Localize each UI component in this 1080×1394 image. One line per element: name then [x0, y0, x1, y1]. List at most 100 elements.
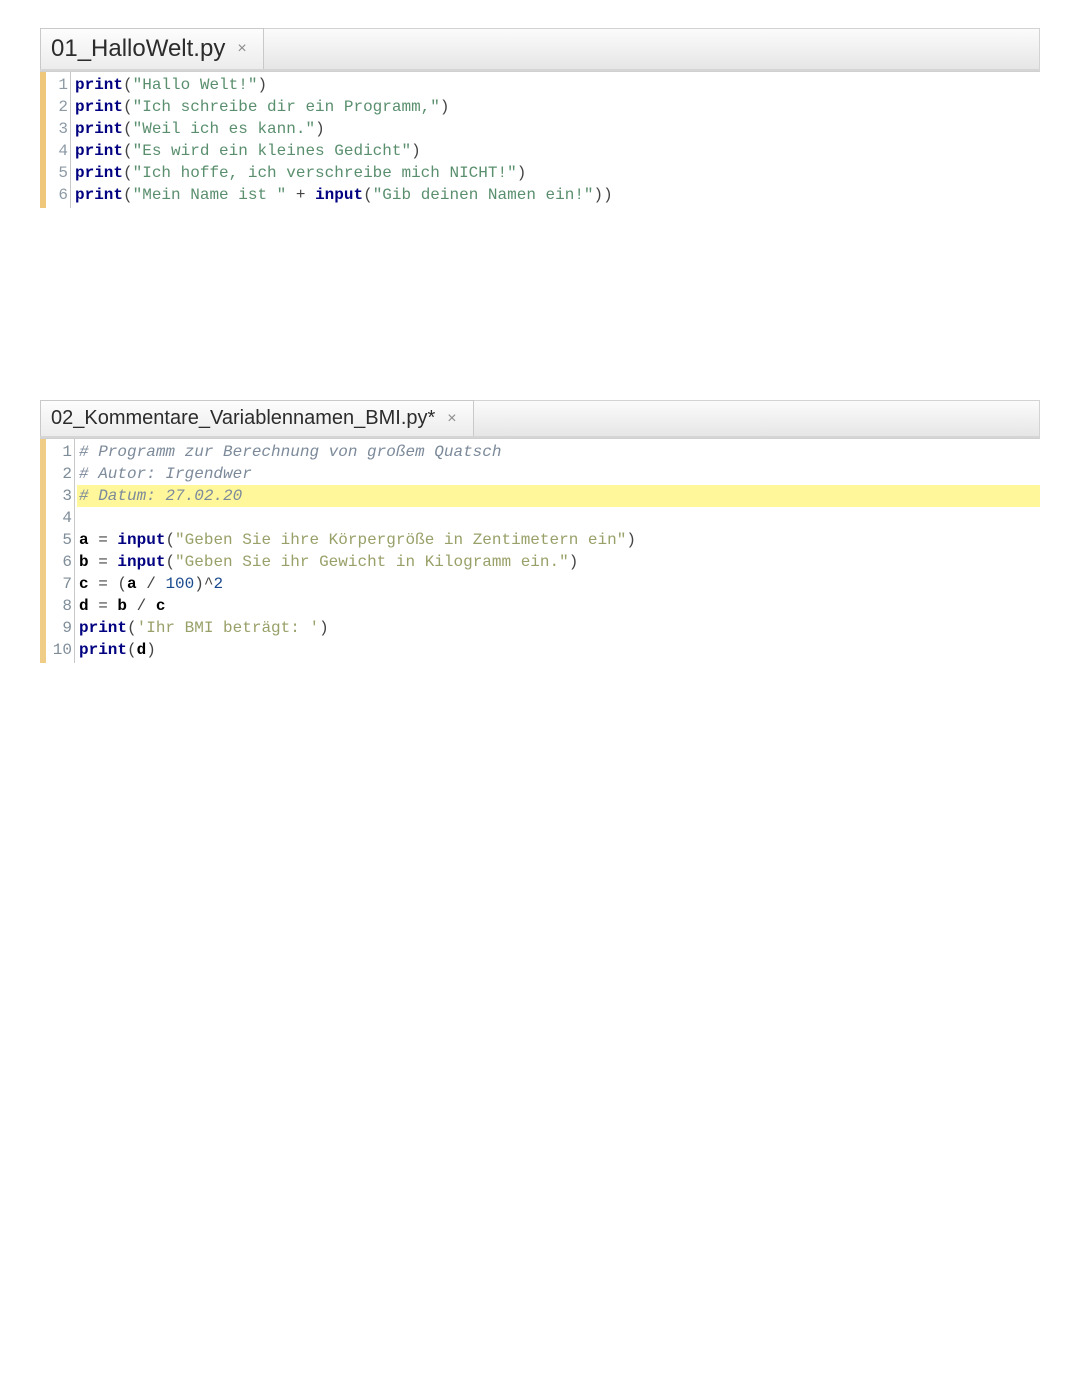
code-token: "Ich schreibe dir ein Programm,": [133, 98, 440, 116]
code-line[interactable]: print('Ihr BMI beträgt: '): [77, 617, 1040, 639]
tab-bar: 02_Kommentare_Variablennamen_BMI.py* ×: [40, 400, 1040, 436]
code-token: # Programm zur Berechnung von großem Qua…: [79, 443, 501, 461]
code-line[interactable]: print("Hallo Welt!"): [73, 74, 1040, 96]
code-token: c: [79, 575, 89, 593]
code-token: # Autor: Irgendwer: [79, 465, 252, 483]
code-token: "Hallo Welt!": [133, 76, 258, 94]
code-token: ): [569, 553, 579, 571]
code-editor-2[interactable]: 12345678910 # Programm zur Berechnung vo…: [40, 438, 1040, 663]
code-editor-1[interactable]: 123456 print("Hallo Welt!")print("Ich sc…: [40, 71, 1040, 208]
code-token: "Weil ich es kann.": [133, 120, 315, 138]
code-token: print: [75, 76, 123, 94]
code-token: )^: [194, 575, 213, 593]
line-number: 7: [46, 573, 72, 595]
code-token: (: [123, 186, 133, 204]
code-token: (: [123, 98, 133, 116]
code-token: 100: [165, 575, 194, 593]
code-token: b: [117, 597, 127, 615]
code-line[interactable]: print("Weil ich es kann."): [73, 118, 1040, 140]
code-token: /: [127, 597, 156, 615]
tab-bar-rest: [264, 28, 1040, 69]
code-line[interactable]: print("Es wird ein kleines Gedicht"): [73, 140, 1040, 162]
code-token: 'Ihr BMI beträgt: ': [137, 619, 319, 637]
line-number: 1: [46, 441, 72, 463]
code-token: +: [286, 186, 315, 204]
code-token: print: [75, 164, 123, 182]
code-token: "Geben Sie ihre Körpergröße in Zentimete…: [175, 531, 626, 549]
code-line[interactable]: a = input("Geben Sie ihre Körpergröße in…: [77, 529, 1040, 551]
code-token: input: [117, 531, 165, 549]
line-number: 6: [46, 184, 68, 206]
code-token: (: [165, 553, 175, 571]
code-token: 2: [213, 575, 223, 593]
code-token: ): [594, 186, 604, 204]
file-tab-1[interactable]: 01_HalloWelt.py ×: [40, 28, 264, 69]
code-token: ): [411, 142, 421, 160]
code-line[interactable]: b = input("Geben Sie ihr Gewicht in Kilo…: [77, 551, 1040, 573]
code-line[interactable]: # Autor: Irgendwer: [77, 463, 1040, 485]
code-token: ): [517, 164, 527, 182]
code-token: (: [123, 120, 133, 138]
line-number: 2: [46, 463, 72, 485]
code-line[interactable]: print("Ich schreibe dir ein Programm,"): [73, 96, 1040, 118]
line-number-gutter: 12345678910: [46, 439, 74, 663]
code-token: (: [123, 142, 133, 160]
code-line[interactable]: print(d): [77, 639, 1040, 661]
code-token: input: [315, 186, 363, 204]
code-token: =: [89, 531, 118, 549]
code-token: ): [146, 641, 156, 659]
code-area[interactable]: print("Hallo Welt!")print("Ich schreibe …: [71, 72, 1040, 208]
code-token: "Gib deinen Namen ein!": [373, 186, 594, 204]
code-token: ): [603, 186, 613, 204]
code-line[interactable]: d = b / c: [77, 595, 1040, 617]
code-token: c: [156, 597, 166, 615]
editor-pane-2: 02_Kommentare_Variablennamen_BMI.py* × 1…: [40, 400, 1040, 663]
code-line[interactable]: # Datum: 27.02.20: [77, 485, 1040, 507]
code-token: (: [123, 76, 133, 94]
code-token: "Geben Sie ihr Gewicht in Kilogramm ein.…: [175, 553, 569, 571]
tab-bar: 01_HalloWelt.py ×: [40, 28, 1040, 69]
code-token: ): [257, 76, 267, 94]
line-number: 3: [46, 485, 72, 507]
line-number: 6: [46, 551, 72, 573]
code-line[interactable]: # Programm zur Berechnung von großem Qua…: [77, 441, 1040, 463]
code-token: ): [315, 120, 325, 138]
line-number: 4: [46, 140, 68, 162]
editor-pane-1: 01_HalloWelt.py × 123456 print("Hallo We…: [40, 28, 1040, 358]
code-token: print: [75, 142, 123, 160]
code-token: a: [79, 531, 89, 549]
code-token: (: [127, 641, 137, 659]
code-token: ): [319, 619, 329, 637]
code-area[interactable]: # Programm zur Berechnung von großem Qua…: [75, 439, 1040, 663]
code-token: "Es wird ein kleines Gedicht": [133, 142, 411, 160]
line-number-gutter: 123456: [46, 72, 70, 208]
close-icon[interactable]: ×: [443, 410, 460, 428]
code-token: (: [127, 619, 137, 637]
code-token: "Ich hoffe, ich verschreibe mich NICHT!": [133, 164, 517, 182]
code-token: print: [75, 186, 123, 204]
code-token: =: [89, 597, 118, 615]
close-icon[interactable]: ×: [233, 40, 250, 58]
line-number: 1: [46, 74, 68, 96]
code-line[interactable]: print("Ich hoffe, ich verschreibe mich N…: [73, 162, 1040, 184]
code-token: /: [137, 575, 166, 593]
line-number: 5: [46, 162, 68, 184]
code-token: d: [137, 641, 147, 659]
file-tab-title: 02_Kommentare_Variablennamen_BMI.py*: [51, 407, 435, 430]
code-token: print: [79, 619, 127, 637]
code-token: print: [79, 641, 127, 659]
line-number: 3: [46, 118, 68, 140]
code-token: =: [89, 553, 118, 571]
code-line[interactable]: print("Mein Name ist " + input("Gib dein…: [73, 184, 1040, 206]
code-line[interactable]: c = (a / 100)^2: [77, 573, 1040, 595]
line-number: 9: [46, 617, 72, 639]
line-number: 5: [46, 529, 72, 551]
file-tab-2[interactable]: 02_Kommentare_Variablennamen_BMI.py* ×: [40, 400, 474, 436]
code-token: "Mein Name ist ": [133, 186, 287, 204]
tab-bar-rest: [474, 400, 1040, 436]
code-line[interactable]: [77, 507, 1040, 529]
code-token: (: [123, 164, 133, 182]
code-token: print: [75, 120, 123, 138]
line-number: 8: [46, 595, 72, 617]
blank-area: [40, 208, 1040, 358]
